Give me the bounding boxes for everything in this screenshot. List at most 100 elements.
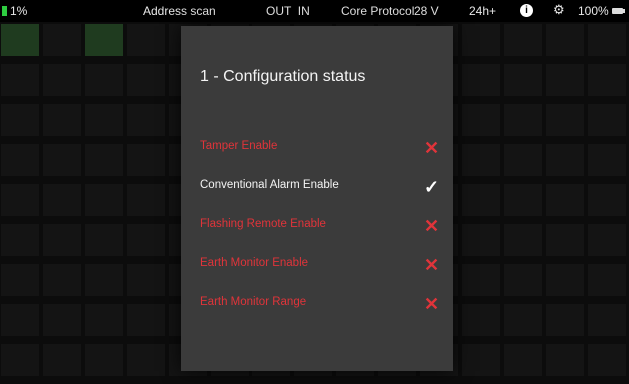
zone-cell bbox=[42, 224, 81, 256]
zone-cell bbox=[42, 184, 81, 216]
zone-cell bbox=[461, 264, 500, 296]
cross-icon: ✕ bbox=[424, 216, 440, 236]
config-label: Earth Monitor Range bbox=[200, 296, 307, 308]
zone-cell bbox=[545, 144, 584, 176]
zone-cell bbox=[1, 184, 39, 216]
zone-cell bbox=[84, 144, 123, 176]
zone-cell bbox=[461, 304, 500, 336]
zone-cell bbox=[587, 64, 626, 96]
info-icon[interactable]: i bbox=[520, 4, 533, 17]
zone-cell bbox=[461, 144, 500, 176]
config-row-conventional-alarm-enable: Conventional Alarm Enable ✓ bbox=[181, 175, 453, 199]
zone-cell bbox=[545, 24, 584, 56]
zone-cell bbox=[503, 64, 542, 96]
config-label: Tamper Enable bbox=[200, 140, 278, 152]
zone-cell bbox=[42, 64, 81, 96]
zone-cell bbox=[587, 264, 626, 296]
zone-cell bbox=[461, 224, 500, 256]
zone-cell bbox=[1, 104, 39, 136]
zone-cell bbox=[84, 344, 123, 376]
zone-cell bbox=[42, 104, 81, 136]
zone-cell bbox=[126, 304, 165, 336]
cross-icon: ✕ bbox=[424, 138, 440, 158]
zone-cell bbox=[126, 24, 165, 56]
zone-cell bbox=[587, 344, 626, 376]
zone-cell bbox=[587, 184, 626, 216]
zone-cell bbox=[587, 304, 626, 336]
zone-cell bbox=[42, 264, 81, 296]
config-row-flashing-remote-enable: Flashing Remote Enable ✕ bbox=[181, 214, 453, 238]
zone-cell bbox=[126, 144, 165, 176]
zone-cell bbox=[545, 184, 584, 216]
cross-icon: ✕ bbox=[424, 255, 440, 275]
zone-cell bbox=[126, 264, 165, 296]
zone-cell bbox=[84, 264, 123, 296]
zone-cell bbox=[587, 144, 626, 176]
battery-level-indicator bbox=[2, 6, 7, 16]
zone-cell bbox=[461, 24, 500, 56]
zone-cell bbox=[545, 64, 584, 96]
battery-icon bbox=[612, 8, 625, 14]
zone-cell bbox=[545, 304, 584, 336]
zone-cell bbox=[84, 184, 123, 216]
voltage-label: 28 V bbox=[414, 4, 439, 18]
zone-cell bbox=[503, 24, 542, 56]
gear-icon[interactable]: ⚙ bbox=[553, 2, 565, 18]
cross-icon: ✕ bbox=[424, 294, 440, 314]
config-row-earth-monitor-range: Earth Monitor Range ✕ bbox=[181, 292, 453, 316]
zone-cell bbox=[1, 64, 39, 96]
battery-percent-left: 1% bbox=[10, 4, 28, 18]
zone-cell bbox=[503, 104, 542, 136]
zone-cell bbox=[84, 104, 123, 136]
zone-cell bbox=[42, 24, 81, 56]
zone-cell bbox=[1, 264, 39, 296]
zone-cell bbox=[545, 104, 584, 136]
zone-cell bbox=[461, 64, 500, 96]
zone-cell bbox=[84, 64, 123, 96]
zone-cell bbox=[503, 184, 542, 216]
config-label: Conventional Alarm Enable bbox=[200, 179, 339, 191]
zone-cell bbox=[503, 144, 542, 176]
config-label: Earth Monitor Enable bbox=[200, 257, 309, 269]
zone-cell bbox=[503, 224, 542, 256]
status-bar: 1% Address scan OUT IN Core Protocol 28 … bbox=[0, 0, 629, 22]
zone-cell bbox=[587, 224, 626, 256]
zone-cell bbox=[503, 264, 542, 296]
zone-cell bbox=[126, 344, 165, 376]
zone-cell bbox=[42, 344, 81, 376]
zone-cell bbox=[1, 144, 39, 176]
protocol-label: Core Protocol bbox=[341, 4, 415, 18]
zone-cell bbox=[42, 144, 81, 176]
zone-cell bbox=[84, 24, 123, 56]
zone-cell bbox=[84, 224, 123, 256]
zone-cell bbox=[503, 304, 542, 336]
config-row-earth-monitor-enable: Earth Monitor Enable ✕ bbox=[181, 253, 453, 277]
zone-cell bbox=[587, 24, 626, 56]
config-row-tamper-enable: Tamper Enable ✕ bbox=[181, 136, 453, 160]
zone-cell bbox=[84, 304, 123, 336]
zone-cell bbox=[1, 24, 39, 56]
zone-cell bbox=[42, 304, 81, 336]
check-icon: ✓ bbox=[424, 177, 440, 197]
zone-cell bbox=[1, 304, 39, 336]
configuration-status-dialog: 1 - Configuration status Tamper Enable ✕… bbox=[181, 26, 453, 371]
duration-label: 24h+ bbox=[469, 4, 497, 18]
zone-cell bbox=[503, 344, 542, 376]
zone-cell bbox=[587, 104, 626, 136]
zone-cell bbox=[126, 64, 165, 96]
zone-cell bbox=[545, 224, 584, 256]
zone-cell bbox=[1, 224, 39, 256]
zone-cell bbox=[545, 264, 584, 296]
zone-cell bbox=[461, 184, 500, 216]
zone-cell bbox=[461, 104, 500, 136]
io-label: OUT IN bbox=[266, 4, 310, 18]
config-label: Flashing Remote Enable bbox=[200, 218, 326, 230]
dialog-title: 1 - Configuration status bbox=[200, 68, 366, 85]
zone-cell bbox=[126, 224, 165, 256]
mode-label: Address scan bbox=[143, 4, 216, 18]
zone-cell bbox=[545, 344, 584, 376]
zone-cell bbox=[461, 344, 500, 376]
battery-percent-right: 100% bbox=[578, 4, 609, 18]
zone-cell bbox=[1, 344, 39, 376]
zone-cell bbox=[126, 184, 165, 216]
